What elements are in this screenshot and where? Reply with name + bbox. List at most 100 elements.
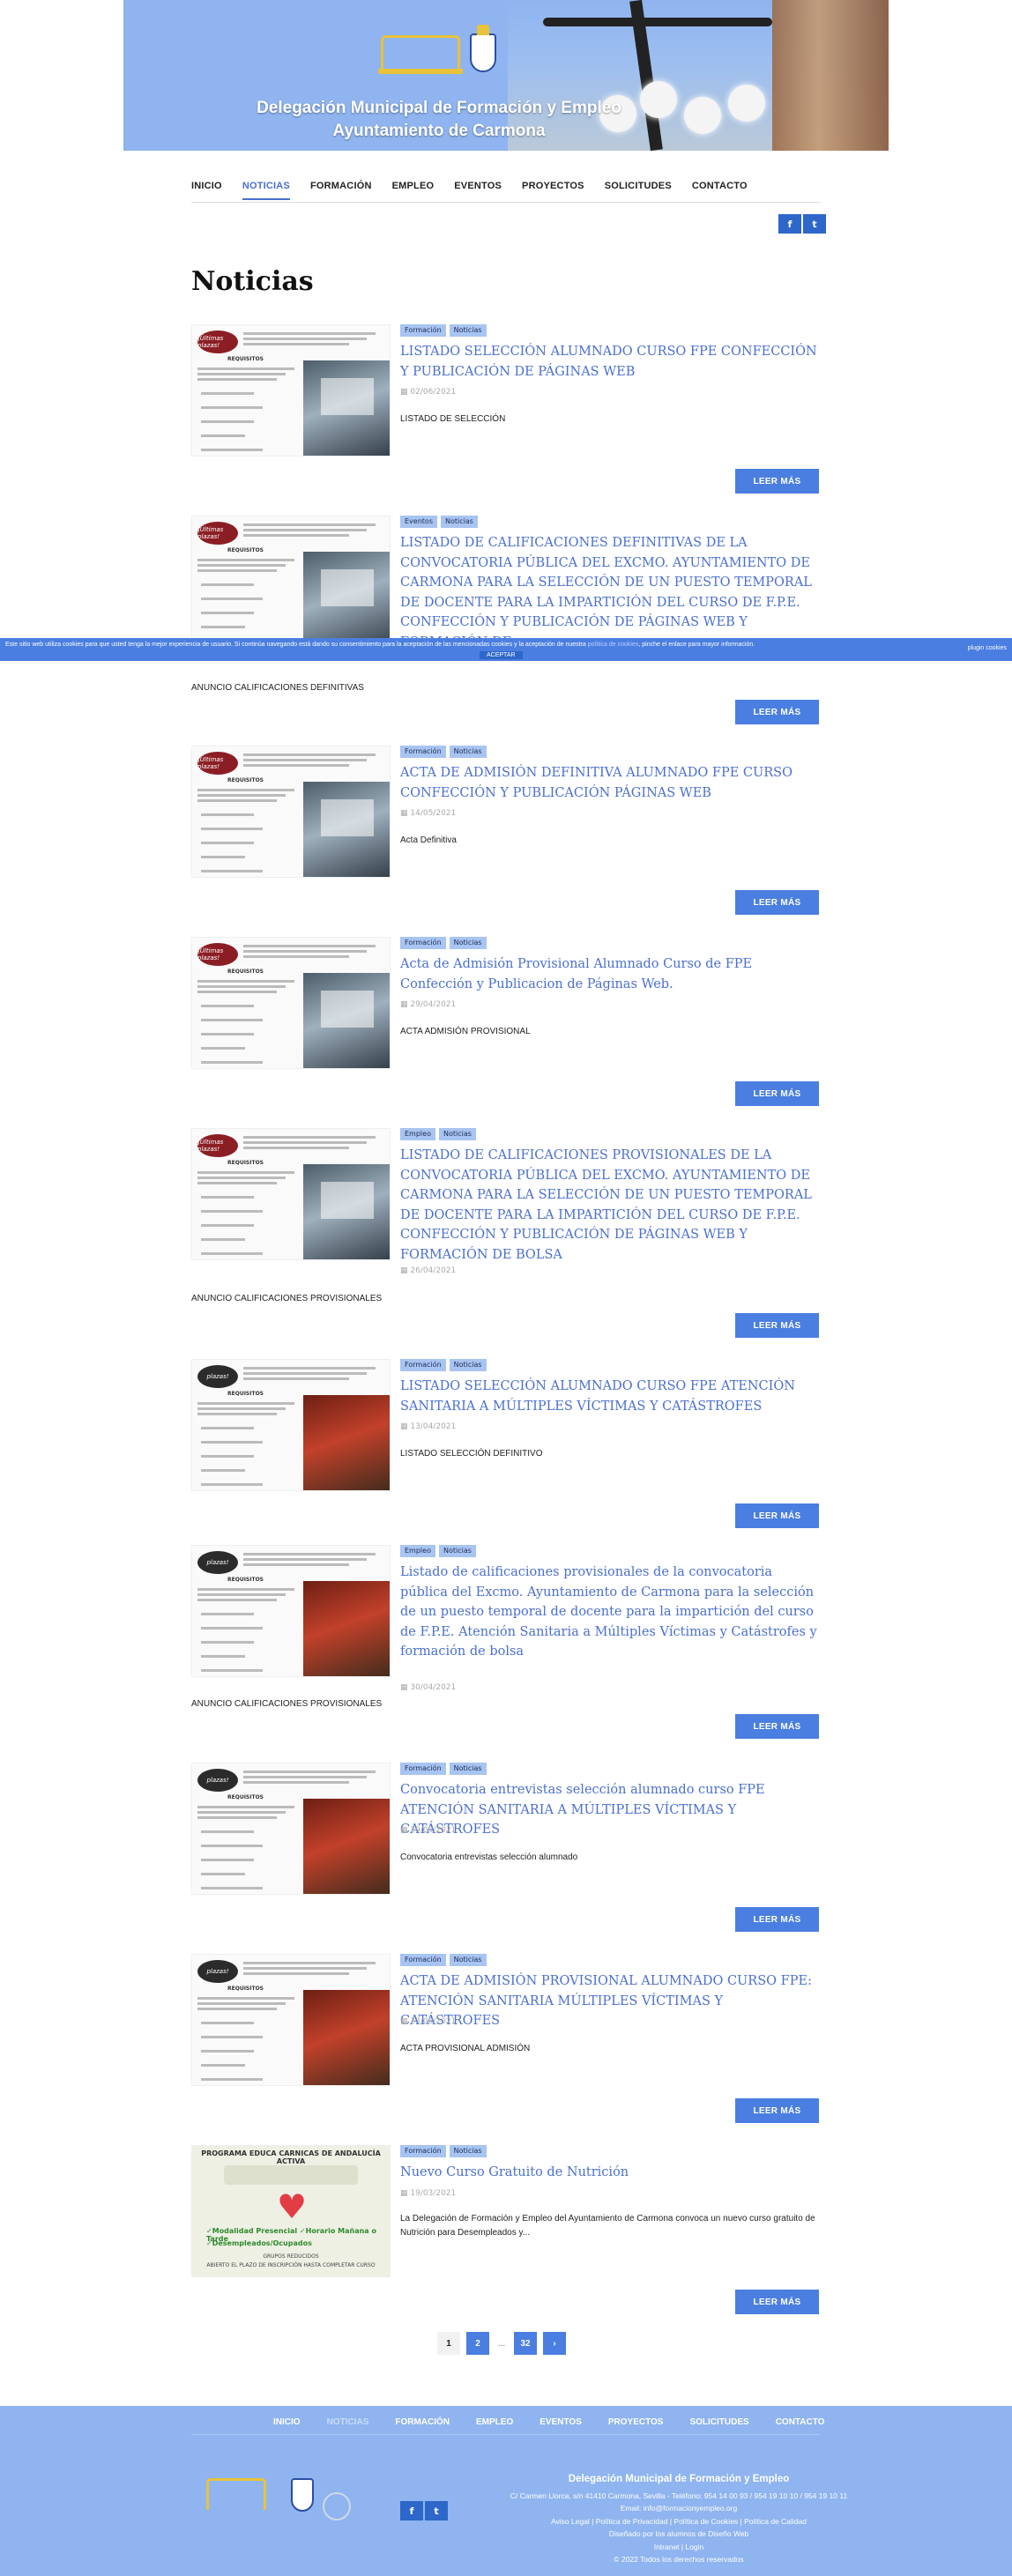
tag-badge[interactable]: Formación [400,937,446,949]
post-title[interactable]: Nuevo Curso Gratuito de Nutrición [400,2163,821,2183]
footer-coat-of-arms [291,2478,314,2512]
tag-badge[interactable]: Formación [400,1763,446,1775]
read-more-button[interactable]: LEER MÁS [735,469,819,494]
footer-info: Delegación Municipal de Formación y Empl… [494,2473,864,2566]
post-tags: Formación Noticias [400,324,487,337]
post-thumbnail[interactable]: plazas! REQUISITOS [191,1763,391,1895]
tag-badge[interactable]: Formación [400,746,446,758]
footer-email[interactable]: Email: info@formacionyempleo.org [494,2502,864,2515]
footer-admin-links[interactable]: Intranet | Login [494,2541,864,2554]
post-tags: Formación Noticias [400,746,487,758]
carmona-coat-of-arms [470,25,496,72]
footer-nav-noticias[interactable]: NOTICIAS [327,2417,369,2427]
tag-badge[interactable]: Noticias [449,1954,487,1966]
nav-inicio[interactable]: INICIO [191,181,222,200]
post-thumbnail[interactable]: plazas! REQUISITOS [191,1954,391,2086]
tag-badge[interactable]: Formación [400,2145,446,2157]
footer-nav-contacto[interactable]: CONTACTO [776,2417,825,2427]
nav-contacto[interactable]: CONTACTO [692,181,748,200]
tag-badge[interactable]: Formación [400,1359,446,1371]
nav-solicitudes[interactable]: SOLICITUDES [605,181,672,200]
read-more-button[interactable]: LEER MÁS [735,1503,819,1528]
post-thumbnail[interactable]: ¡Últimas plazas! REQUISITOS [191,324,391,457]
tag-badge[interactable]: Noticias [449,937,487,949]
calendar-icon: ▦ [400,1683,411,1692]
tag-badge[interactable]: Empleo [400,1128,435,1140]
read-more-button[interactable]: LEER MÁS [735,700,819,724]
next-page-icon[interactable]: › [543,2332,566,2355]
post-thumbnail[interactable]: plazas! REQUISITOS [191,1545,391,1677]
cookie-plugin-link[interactable]: plugin cookies [968,645,1007,651]
post-tags: Formación Noticias [400,2145,487,2157]
tag-badge[interactable]: Noticias [449,1359,487,1371]
tag-badge[interactable]: Formación [400,1954,446,1966]
facebook-icon[interactable]: f [778,214,801,234]
post-card: ¡Últimas plazas! REQUISITOS Formación Notic… [191,937,821,1108]
read-more-button[interactable]: LEER MÁS [735,1714,819,1739]
read-more-button[interactable]: LEER MÁS [735,890,819,915]
page-2-button[interactable]: 2 [466,2332,489,2355]
post-title[interactable]: ACTA DE ADMISIÓN PROVISIONAL ALUMNADO CU… [400,1971,821,2031]
nav-eventos[interactable]: EVENTOS [454,181,502,200]
footer-nav-formacion[interactable]: FORMACIÓN [395,2417,450,2427]
post-card: plazas! REQUISITOS Empleo Noticias Listado d… [191,1545,821,1741]
nav-noticias[interactable]: NOTICIAS [242,181,290,200]
post-title[interactable]: LISTADO SELECCIÓN ALUMNADO CURSO FPE ATE… [400,1377,821,1416]
read-more-button[interactable]: LEER MÁS [735,1081,819,1106]
calendar-icon: ▦ [400,388,411,397]
page-current: 1 [437,2332,460,2355]
cookie-accept-button[interactable]: ACEPTAR [480,651,523,659]
post-tags: Formación Noticias [400,1763,487,1775]
read-more-button[interactable]: LEER MÁS [735,1907,819,1932]
post-title[interactable]: ACTA DE ADMISIÓN DEFINITIVA ALUMNADO FPE… [400,763,821,803]
footer-nav-solicitudes[interactable]: SOLICITUDES [689,2417,748,2427]
tag-badge[interactable]: Noticias [438,1128,476,1140]
calendar-icon: ▦ [400,2017,411,2026]
footer-nav-empleo[interactable]: EMPLEO [476,2417,513,2427]
read-more-button[interactable]: LEER MÁS [735,2290,819,2314]
tag-badge[interactable]: Noticias [440,516,478,528]
cookie-policy-link[interactable]: política de cookies [588,642,639,648]
page-last-button[interactable]: 32 [514,2332,537,2355]
tag-badge[interactable]: Noticias [449,746,487,758]
post-title[interactable]: Convocatoria entrevistas selección alumn… [400,1780,821,1840]
post-thumbnail[interactable]: PROGRAMA EDUCA CARNICAS DE ANDALUCÍA ACT… [191,2145,391,2277]
post-tags: Empleo Noticias [400,1545,476,1557]
post-thumbnail[interactable]: ¡Últimas plazas! REQUISITOS [191,746,391,878]
tag-badge[interactable]: Noticias [449,2145,487,2157]
footer-legal-links[interactable]: Aviso Legal | Política de Privacidad | P… [494,2515,864,2528]
footer-social: f t [400,2501,448,2520]
post-excerpt: La Delegación de Formación y Empleo del … [400,2214,815,2238]
read-more-button[interactable]: LEER MÁS [735,1313,819,1338]
footer-nav-proyectos[interactable]: PROYECTOS [608,2417,664,2427]
post-title[interactable]: LISTADO SELECCIÓN ALUMNADO CURSO FPE CON… [400,342,821,382]
tag-badge[interactable]: Formación [400,324,446,337]
footer-facebook-icon[interactable]: f [400,2501,423,2520]
twitter-icon[interactable]: t [803,214,826,234]
post-thumbnail[interactable]: ¡Últimas plazas! REQUISITOS [191,937,391,1069]
footer-nav-eventos[interactable]: EVENTOS [539,2417,582,2427]
read-more-button[interactable]: LEER MÁS [735,2098,819,2123]
post-title[interactable]: LISTADO DE CALIFICACIONES DEFINITIVAS DE… [400,533,821,652]
tag-badge[interactable]: Eventos [400,516,437,528]
post-thumbnail[interactable]: ¡Últimas plazas! REQUISITOS [191,1128,391,1260]
post-card: plazas! REQUISITOS Formación Noticias LISTAD… [191,1359,821,1530]
tag-badge[interactable]: Noticias [449,1763,487,1775]
nav-proyectos[interactable]: PROYECTOS [522,181,584,200]
tag-badge[interactable]: Noticias [449,324,487,337]
tag-badge[interactable]: Empleo [400,1545,435,1557]
post-date: ▦ 19/03/2021 [400,2189,457,2198]
post-thumbnail[interactable]: plazas! REQUISITOS [191,1359,391,1491]
tag-badge[interactable]: Noticias [438,1545,476,1557]
nav-formacion[interactable]: FORMACIÓN [310,181,372,200]
post-title[interactable]: Acta de Admisión Provisional Alumnado Cu… [400,954,821,994]
post-tags: Empleo Noticias [400,1128,476,1140]
post-title[interactable]: Listado de calificaciones provisionales … [400,1563,821,1662]
nav-empleo[interactable]: EMPLEO [392,181,435,200]
footer-nav-inicio[interactable]: INICIO [273,2417,301,2427]
post-title[interactable]: LISTADO DE CALIFICACIONES PROVISIONALES … [400,1146,821,1265]
post-excerpt: ACTA ADMISIÓN PROVISIONAL [400,1027,531,1036]
footer-twitter-icon[interactable]: t [425,2501,448,2520]
formacion-logo [378,35,463,74]
post-thumbnail[interactable]: ¡Últimas plazas! REQUISITOS [191,516,391,648]
